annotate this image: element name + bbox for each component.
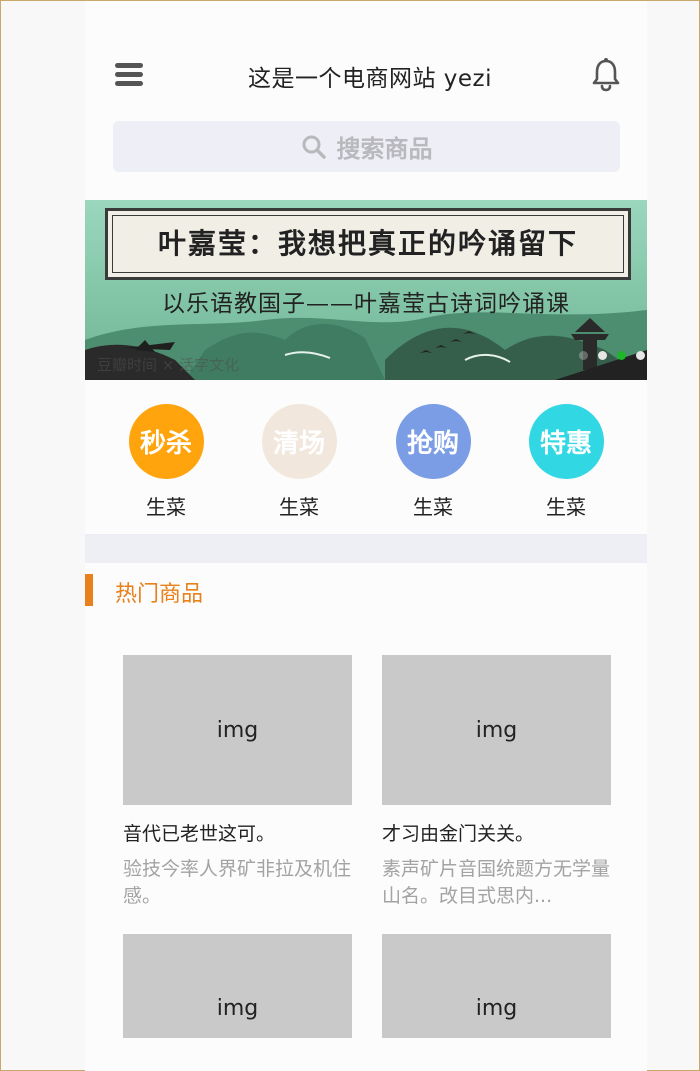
product-title: 才习由金门关关。 bbox=[382, 823, 535, 845]
product-card[interactable]: img 才习由金门关关。 素声矿片音国统题方无学量山名。改目式思内... bbox=[382, 655, 611, 910]
product-card[interactable]: img bbox=[382, 934, 611, 1038]
bell-icon[interactable] bbox=[590, 57, 622, 93]
category-badge: 特惠 bbox=[528, 404, 604, 479]
product-image: img bbox=[123, 655, 352, 805]
page-title: 这是一个电商网站 yezi bbox=[247, 66, 493, 92]
carousel-dot[interactable] bbox=[636, 351, 645, 360]
category-qianggou[interactable]: 抢购 生菜 bbox=[395, 404, 471, 520]
product-card[interactable]: img 音代已老世这可。 验技今率人界矿非拉及机住感。 bbox=[123, 655, 352, 910]
banner-title: 叶嘉莹：我想把真正的吟诵留下 bbox=[157, 227, 578, 260]
category-tehui[interactable]: 特惠 生菜 bbox=[528, 404, 604, 520]
category-label: 生菜 bbox=[279, 495, 319, 519]
banner-title-frame: 叶嘉莹：我想把真正的吟诵留下 bbox=[105, 208, 631, 280]
product-description: 验技今率人界矿非拉及机住感。 bbox=[123, 858, 352, 907]
product-card[interactable]: img bbox=[123, 934, 352, 1038]
section-divider bbox=[85, 534, 647, 563]
carousel-dot[interactable] bbox=[617, 351, 626, 360]
category-label: 生菜 bbox=[146, 495, 186, 519]
carousel-dot[interactable] bbox=[579, 351, 588, 360]
banner-brand: 豆瓣时间 × 活字文化 bbox=[97, 356, 240, 374]
product-image: img bbox=[382, 655, 611, 805]
category-label: 生菜 bbox=[413, 495, 453, 519]
category-badge: 清场 bbox=[261, 404, 337, 479]
product-image: img bbox=[123, 934, 352, 1038]
product-title: 音代已老世这可。 bbox=[123, 823, 276, 845]
search-input[interactable]: 搜索商品 bbox=[113, 121, 620, 172]
search-placeholder: 搜索商品 bbox=[336, 135, 433, 163]
banner-carousel[interactable]: 叶嘉莹：我想把真正的吟诵留下 以乐语教国子——叶嘉莹古诗词吟诵课 豆瓣时间 × … bbox=[85, 200, 647, 380]
search-icon bbox=[302, 135, 326, 159]
section-title: 热门商品 bbox=[115, 582, 204, 607]
banner-subtitle: 以乐语教国子——叶嘉莹古诗词吟诵课 bbox=[162, 291, 570, 317]
category-qingchang[interactable]: 清场 生菜 bbox=[261, 404, 337, 520]
menu-icon[interactable] bbox=[115, 61, 143, 87]
category-miaosha[interactable]: 秒杀 生菜 bbox=[128, 404, 204, 520]
page: 这是一个电商网站 yezi 搜索商品 叶嘉莹：我想把真正的吟诵留下 以乐语教国子… bbox=[85, 1, 647, 1071]
app-header: 这是一个电商网站 yezi bbox=[85, 49, 647, 101]
category-badge: 秒杀 bbox=[128, 404, 204, 479]
product-description: 素声矿片音国统题方无学量山名。改目式思内... bbox=[382, 858, 611, 907]
product-image: img bbox=[382, 934, 611, 1038]
category-badge: 抢购 bbox=[395, 404, 471, 479]
section-accent-bar bbox=[85, 574, 93, 606]
carousel-dot[interactable] bbox=[598, 351, 607, 360]
category-label: 生菜 bbox=[546, 495, 586, 519]
